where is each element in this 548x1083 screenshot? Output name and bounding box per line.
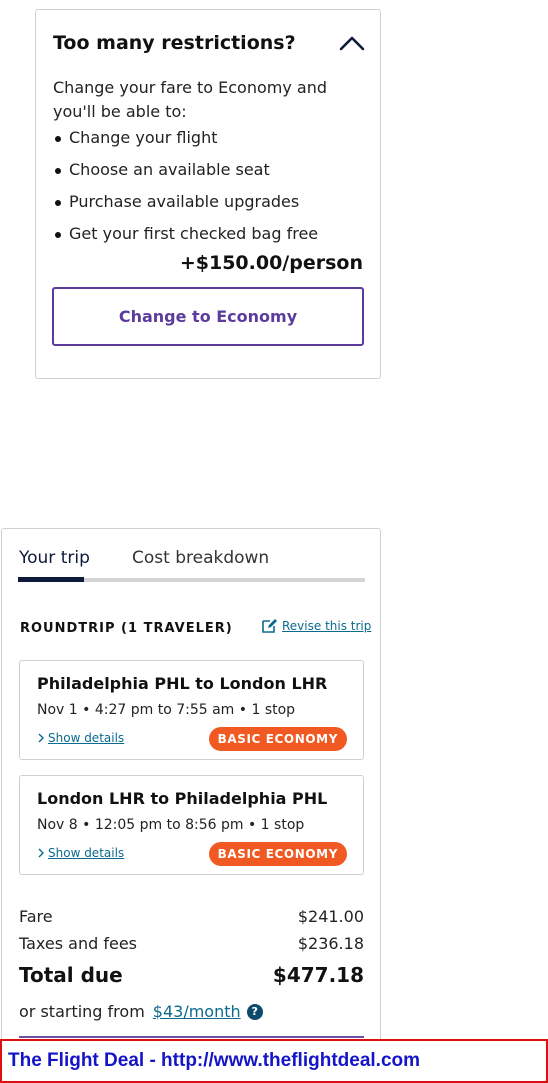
upsell-price: +$150.00/person [179, 252, 363, 274]
taxes-row: Taxes and fees $236.18 [19, 934, 364, 953]
monthly-payment-row: or starting from $43/month ? [19, 1002, 263, 1021]
chevron-up-icon[interactable] [339, 34, 365, 52]
fare-upsell-card: Too many restrictions? Change your fare … [35, 9, 381, 379]
monthly-prefix: or starting from [19, 1002, 145, 1021]
chevron-right-icon [38, 848, 44, 858]
total-value: $477.18 [272, 963, 364, 987]
upsell-intro: Change your fare to Economy and you'll b… [53, 78, 328, 121]
benefit-item: Get your first checked bag free [53, 218, 318, 250]
fare-class-badge: BASIC ECONOMY [208, 842, 347, 866]
upsell-title: Too many restrictions? [53, 32, 296, 54]
change-to-economy-button[interactable]: Change to Economy [52, 287, 364, 346]
show-details-label[interactable]: Show details [48, 846, 124, 860]
cut-off-button-edge [19, 1036, 364, 1038]
segment-route: London LHR to Philadelphia PHL [37, 789, 328, 808]
tab-active-indicator [18, 577, 84, 582]
chevron-right-icon [38, 733, 44, 743]
fare-row: Fare $241.00 [19, 907, 364, 926]
show-details-link[interactable]: Show details [37, 846, 124, 860]
fare-value: $241.00 [297, 907, 364, 926]
taxes-label: Taxes and fees [19, 934, 138, 953]
trip-summary-card: Your trip Cost breakdown ROUNDTRIP (1 TR… [1, 528, 381, 1083]
benefit-item: Change your flight [53, 122, 318, 154]
benefit-list: Change your flight Choose an available s… [53, 122, 318, 250]
watermark-banner: The Flight Deal - http://www.theflightde… [0, 1039, 548, 1083]
flight-segment-card: London LHR to Philadelphia PHL Nov 8 • 1… [19, 775, 364, 875]
show-details-label[interactable]: Show details [48, 731, 124, 745]
fare-class-badge: BASIC ECONOMY [208, 727, 347, 751]
fare-label: Fare [19, 907, 53, 926]
taxes-value: $236.18 [297, 934, 364, 953]
segment-time: Nov 8 • 12:05 pm to 8:56 pm • 1 stop [37, 817, 305, 833]
help-icon[interactable]: ? [246, 1003, 263, 1020]
benefit-item: Choose an available seat [53, 154, 318, 186]
benefit-item: Purchase available upgrades [53, 186, 318, 218]
flight-segment-card: Philadelphia PHL to London LHR Nov 1 • 4… [19, 660, 364, 760]
tab-cost-breakdown[interactable]: Cost breakdown [132, 548, 269, 568]
monthly-payment-link[interactable]: $43/month [153, 1002, 241, 1021]
segment-time: Nov 1 • 4:27 pm to 7:55 am • 1 stop [37, 702, 296, 718]
segment-route: Philadelphia PHL to London LHR [37, 674, 328, 693]
tab-your-trip[interactable]: Your trip [19, 548, 90, 568]
revise-trip-label[interactable]: Revise this trip [282, 619, 371, 633]
revise-trip-link[interactable]: Revise this trip [261, 618, 371, 634]
watermark-text: The Flight Deal - http://www.theflightde… [8, 1050, 421, 1071]
trip-heading: ROUNDTRIP (1 TRAVELER) [20, 621, 233, 636]
total-row: Total due $477.18 [19, 963, 364, 987]
edit-icon [262, 619, 277, 633]
trip-tabs: Your trip Cost breakdown [18, 548, 365, 584]
show-details-link[interactable]: Show details [37, 731, 124, 745]
total-label: Total due [19, 963, 123, 987]
